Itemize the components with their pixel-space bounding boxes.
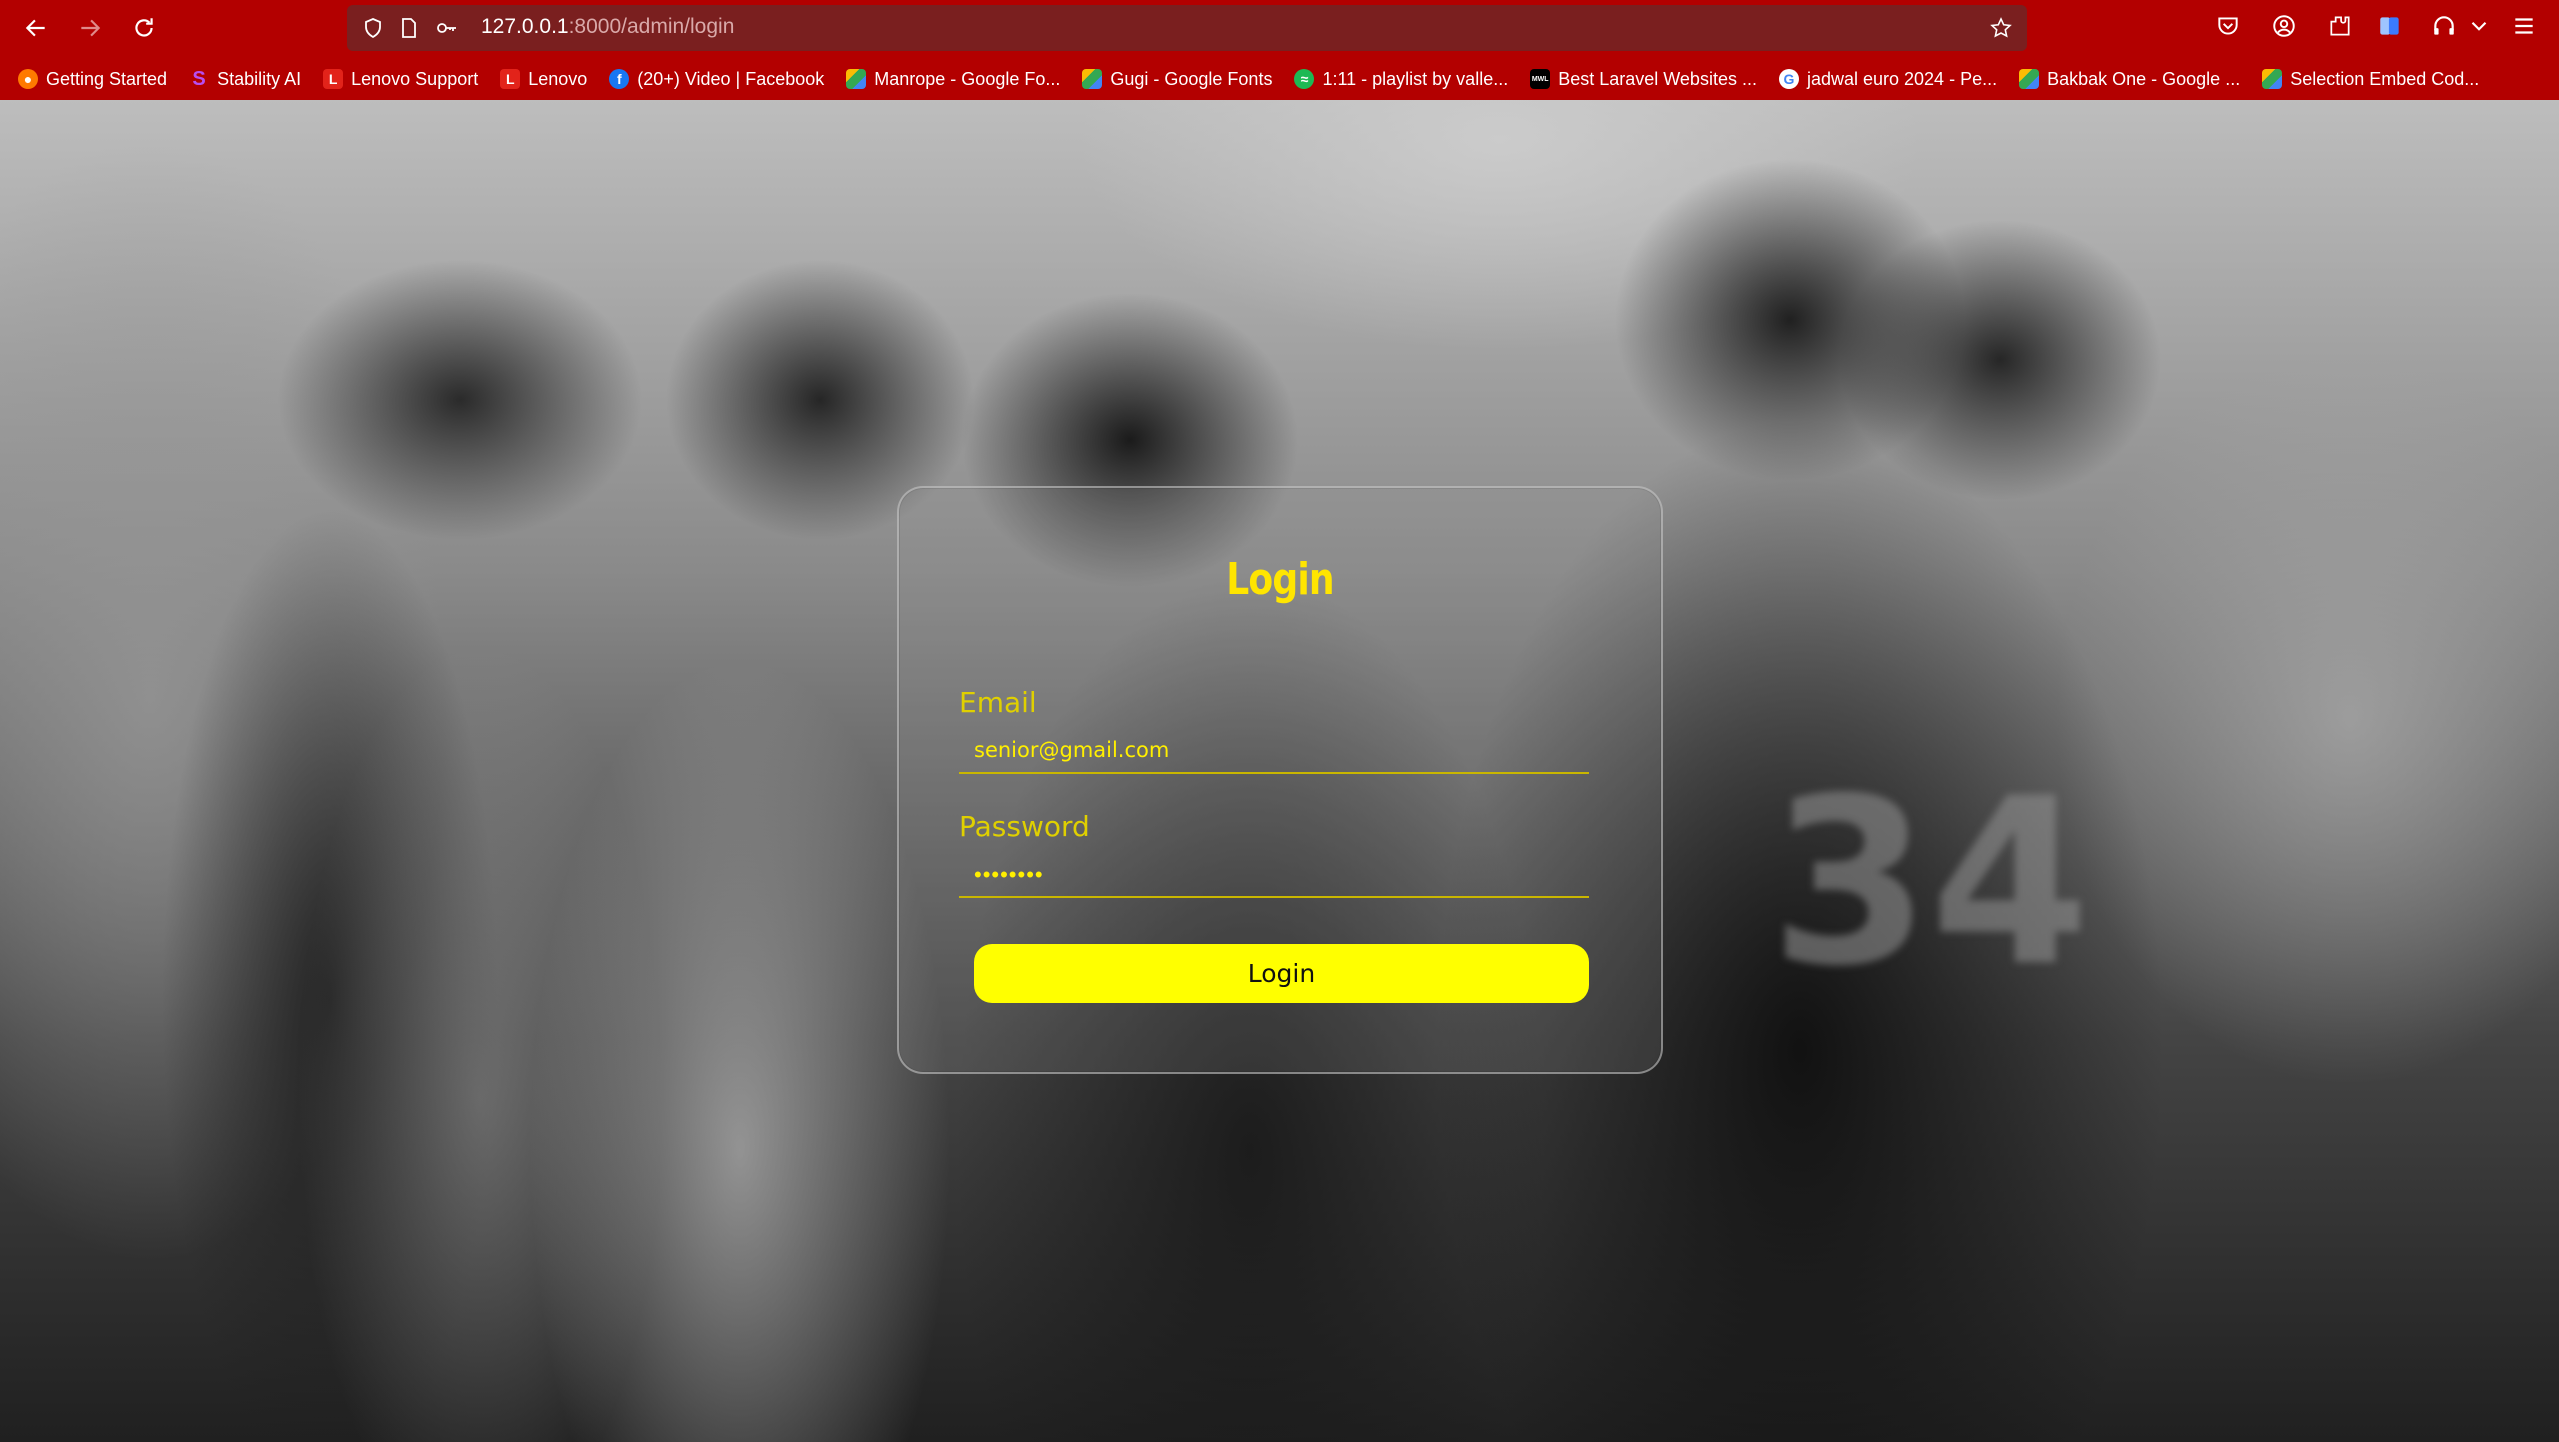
bookmark-item[interactable]: MWL Best Laravel Websites ... bbox=[1530, 64, 1757, 94]
bookmark-label: Manrope - Google Fo... bbox=[874, 68, 1061, 89]
extensions-icon[interactable] bbox=[2326, 12, 2354, 40]
bookmark-label: Best Laravel Websites ... bbox=[1558, 68, 1757, 89]
menu-icon[interactable] bbox=[2510, 12, 2538, 40]
password-mask: •••••••• bbox=[974, 862, 1044, 887]
stability-icon: S bbox=[192, 67, 206, 90]
page-icon[interactable] bbox=[397, 16, 421, 40]
bookmark-label: 1:11 - playlist by valle... bbox=[1322, 68, 1509, 89]
bookmark-label: Gugi - Google Fonts bbox=[1110, 68, 1273, 89]
page-background: 34 Login Email Password •••••••• Login bbox=[0, 100, 2559, 1442]
bookmark-item[interactable]: L Lenovo bbox=[500, 64, 587, 94]
background-photo-detail: 34 bbox=[1770, 750, 2091, 1017]
star-icon[interactable] bbox=[1989, 16, 2013, 40]
url-text[interactable]: 127.0.0.1:8000/admin/login bbox=[481, 15, 734, 39]
shield-icon[interactable] bbox=[361, 16, 385, 40]
facebook-icon: f bbox=[609, 69, 630, 89]
bookmark-item[interactable]: f (20+) Video | Facebook bbox=[609, 64, 824, 94]
spotify-icon: ≈ bbox=[1294, 69, 1315, 89]
email-label: Email bbox=[959, 686, 1037, 719]
forward-button[interactable] bbox=[72, 10, 108, 46]
bookmark-label: Selection Embed Cod... bbox=[2290, 68, 2480, 89]
headphones-icon[interactable] bbox=[2430, 12, 2458, 40]
google-fonts-icon bbox=[2262, 69, 2283, 89]
pocket-icon[interactable] bbox=[2214, 12, 2242, 40]
bookmark-item[interactable]: S Stability AI bbox=[189, 64, 301, 94]
back-button[interactable] bbox=[18, 10, 54, 46]
login-card: Login Email Password •••••••• Login bbox=[897, 486, 1663, 1074]
bookmark-item[interactable]: Selection Embed Cod... bbox=[2262, 64, 2479, 94]
google-fonts-icon bbox=[846, 69, 867, 89]
bookmark-item[interactable]: ≈1:11 - playlist by valle... bbox=[1294, 64, 1508, 94]
login-button[interactable]: Login bbox=[974, 944, 1589, 1003]
bookmark-label: Lenovo bbox=[528, 68, 588, 89]
bookmark-label: Getting Started bbox=[46, 68, 168, 89]
firefox-icon: ● bbox=[18, 69, 38, 89]
lenovo-icon: L bbox=[500, 69, 521, 89]
login-title: Login bbox=[1226, 554, 1334, 605]
lenovo-icon: L bbox=[323, 69, 344, 89]
password-label: Password bbox=[959, 810, 1090, 843]
translate-extension-icon[interactable] bbox=[2376, 12, 2404, 40]
back-arrow-icon bbox=[25, 19, 45, 37]
reload-button[interactable] bbox=[126, 10, 162, 46]
key-icon[interactable] bbox=[435, 16, 459, 40]
bookmark-label: (20+) Video | Facebook bbox=[637, 68, 825, 89]
bookmark-item[interactable]: ● Getting Started bbox=[18, 64, 167, 94]
bookmark-label: Lenovo Support bbox=[351, 68, 479, 89]
url-path: :8000/admin/login bbox=[568, 15, 735, 38]
bookmark-item[interactable]: Manrope - Google Fo... bbox=[846, 64, 1060, 94]
url-bar[interactable]: 127.0.0.1:8000/admin/login bbox=[347, 5, 2027, 51]
bookmark-label: jadwal euro 2024 - Pe... bbox=[1806, 68, 1998, 89]
bookmark-item[interactable]: Bakbak One - Google ... bbox=[2019, 64, 2240, 94]
browser-toolbar: 127.0.0.1:8000/admin/login ● Getting Star… bbox=[0, 0, 2559, 100]
google-icon: G bbox=[1778, 69, 1799, 89]
account-icon[interactable] bbox=[2270, 12, 2298, 40]
bookmark-item[interactable]: L Lenovo Support bbox=[323, 64, 478, 94]
email-field[interactable] bbox=[959, 728, 1589, 774]
bookmark-item[interactable]: Gjadwal euro 2024 - Pe... bbox=[1778, 64, 1998, 94]
url-host: 127.0.0.1 bbox=[481, 15, 569, 38]
password-field[interactable] bbox=[959, 852, 1589, 898]
madewithlaravel-icon: MWL bbox=[1530, 69, 1551, 89]
google-fonts-icon bbox=[1082, 69, 1103, 89]
bookmarks-bar: ● Getting Started S Stability AI L Lenovo S… bbox=[0, 60, 2559, 98]
reload-icon bbox=[135, 18, 153, 37]
bookmark-label: Bakbak One - Google ... bbox=[2047, 68, 2241, 89]
google-fonts-icon bbox=[2019, 69, 2040, 89]
forward-arrow-icon bbox=[81, 19, 101, 37]
bookmark-item[interactable]: Gugi - Google Fonts bbox=[1082, 64, 1272, 94]
chevron-down-icon[interactable] bbox=[2465, 12, 2493, 40]
bookmark-label: Stability AI bbox=[217, 68, 302, 89]
